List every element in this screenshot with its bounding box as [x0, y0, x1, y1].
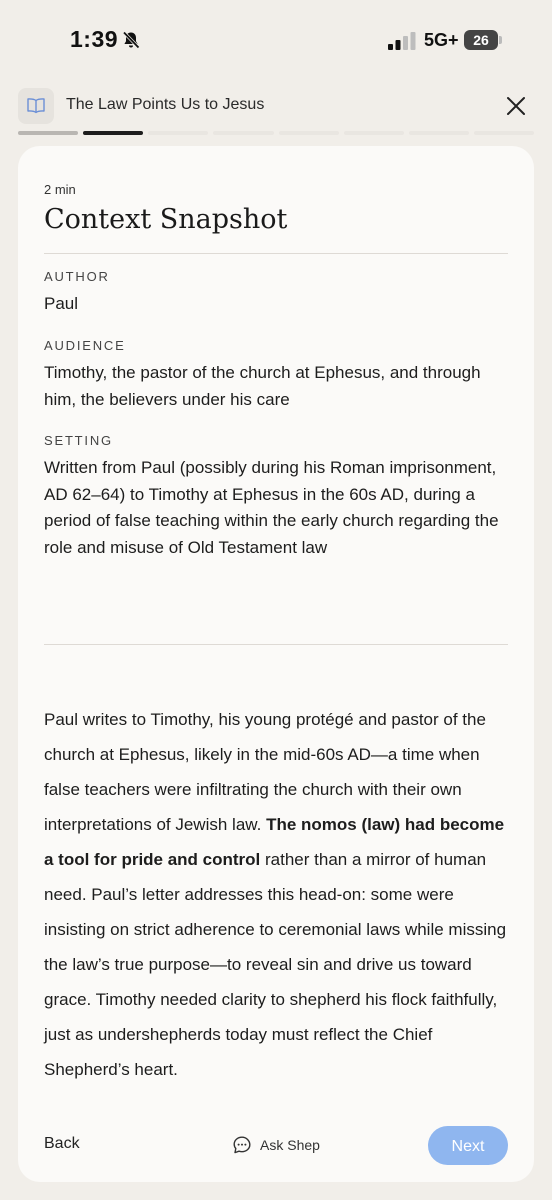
battery-tip — [499, 36, 502, 44]
close-icon[interactable] — [502, 92, 530, 120]
network-label: 5G+ — [424, 30, 459, 50]
chat-bubble-icon — [233, 1136, 251, 1154]
lesson-header: The Law Points Us to Jesus — [0, 86, 552, 126]
card-title: Context Snapshot — [44, 204, 288, 235]
progress-segment-4 — [213, 131, 274, 135]
lesson-title: The Law Points Us to Jesus — [66, 96, 265, 113]
section-divider — [44, 644, 508, 645]
back-button[interactable]: Back — [44, 1135, 80, 1153]
setting-label: SETTING — [44, 433, 113, 448]
setting-value: Written from Paul (possibly during his R… — [44, 458, 499, 557]
book-button[interactable] — [18, 88, 54, 124]
progress-segment-3 — [148, 131, 209, 135]
audience-value: Timothy, the pastor of the church at Eph… — [44, 363, 481, 409]
author-value: Paul — [44, 294, 79, 313]
author-label: AUTHOR — [44, 269, 110, 284]
book-icon — [27, 98, 45, 114]
status-time: 1:39 — [70, 26, 119, 52]
next-button[interactable]: Next — [428, 1126, 508, 1165]
progress-segment-1 — [18, 131, 79, 135]
status-bar: 1:39 5G+ 26 — [0, 0, 552, 84]
title-divider — [44, 253, 508, 254]
progress-segment-5 — [278, 131, 339, 135]
progress-segment-2 — [83, 131, 144, 135]
context-body: Paul writes to Timothy, his young protég… — [44, 702, 508, 1087]
ask-shep-button[interactable]: Ask Shep — [232, 1133, 320, 1157]
bell-off-icon — [122, 31, 140, 49]
battery-indicator: 26 — [464, 30, 498, 50]
progress-segment-8 — [473, 131, 534, 135]
body-text-part-2: rather than a mirror of human need. Paul… — [44, 850, 507, 1079]
lesson-progress — [18, 131, 534, 135]
content-card: 2 min Context Snapshot AUTHOR Paul AUDIE… — [18, 146, 534, 1182]
signal-icon — [388, 32, 416, 50]
ask-shep-label: Ask Shep — [260, 1137, 320, 1153]
audience-label: AUDIENCE — [44, 338, 126, 353]
progress-segment-6 — [343, 131, 404, 135]
read-time: 2 min — [44, 182, 76, 197]
progress-segment-7 — [408, 131, 469, 135]
